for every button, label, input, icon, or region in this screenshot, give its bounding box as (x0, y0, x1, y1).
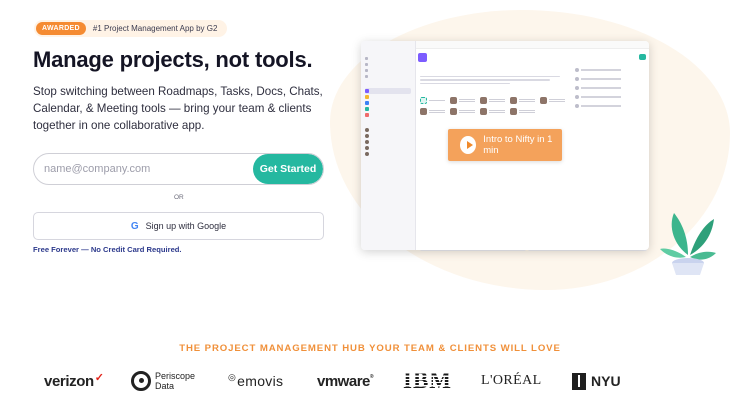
preview-dm-row (365, 151, 411, 157)
ibm-logo: IBM (403, 364, 452, 398)
award-text: #1 Project Management App by G2 (92, 24, 218, 33)
preview-project-header (418, 50, 646, 64)
emovis-logo: ◎ emovis (228, 372, 284, 389)
preview-team-title (420, 90, 570, 94)
get-started-button[interactable]: Get Started (253, 154, 323, 184)
email-input[interactable] (34, 154, 253, 184)
vmware-logo: vmware ® (317, 372, 374, 390)
preview-activity (575, 68, 645, 113)
award-pill: AWARDED #1 Project Management App by G2 (34, 20, 228, 37)
preview-overview-title (420, 68, 570, 74)
trust-heading: THE PROJECT MANAGEMENT HUB YOUR TEAM & C… (179, 343, 561, 354)
preview-project-title (430, 54, 431, 59)
preview-overview (420, 68, 570, 116)
plant-illustration (660, 213, 716, 275)
periscope-data-logo: Periscope Data (131, 364, 195, 398)
intro-video-button[interactable]: Intro to Nifty in 1 min (448, 129, 562, 161)
preview-workspace-name (365, 44, 411, 49)
preview-new-button (639, 54, 646, 60)
google-icon: G (130, 220, 139, 232)
nyu-logo: NYU (572, 364, 621, 398)
nyu-torch-icon (572, 372, 586, 390)
free-forever-note: Free Forever — No Credit Card Required. (33, 245, 182, 254)
hero-subhead: Stop switching between Roadmaps, Tasks, … (33, 85, 323, 132)
periscope-icon (131, 371, 151, 391)
signup-form: Get Started (33, 153, 324, 185)
intro-video-label: Intro to Nifty in 1 min (483, 134, 553, 156)
google-signup-label: Sign up with Google (145, 221, 227, 231)
google-signup-button[interactable]: G Sign up with Google (33, 212, 324, 240)
loreal-logo: L'ORÉAL (481, 373, 542, 388)
play-icon (460, 136, 477, 154)
preview-sidebar (361, 41, 416, 250)
verizon-logo: verizon ✓ (44, 371, 104, 390)
customer-logos: verizon ✓ Periscope Data ◎ emovis vmware ®… (38, 364, 638, 398)
preview-project-icon (418, 52, 427, 62)
hero-headline: Manage projects, not tools. (33, 47, 313, 72)
preview-topbar (416, 41, 649, 49)
award-badge: AWARDED (36, 22, 86, 35)
preview-project-row (365, 112, 411, 118)
preview-team-grid (420, 97, 570, 116)
emovis-icon: ◎ (228, 372, 237, 382)
preview-nav-row (365, 73, 411, 79)
or-divider: OR (174, 194, 184, 201)
